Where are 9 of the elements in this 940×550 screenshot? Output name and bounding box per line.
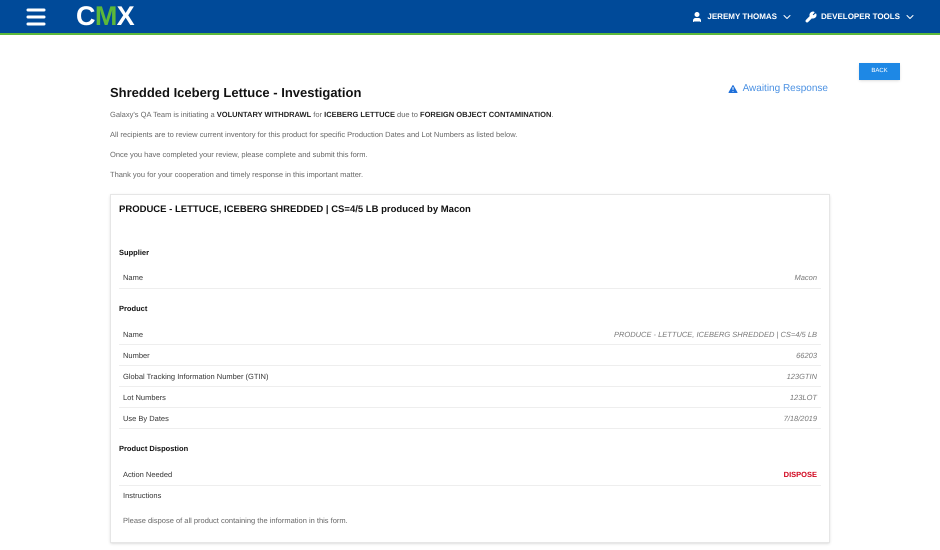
- user-menu[interactable]: JEREMY THOMAS: [691, 10, 794, 22]
- logo: CMX: [76, 3, 134, 30]
- status-label: Awaiting Response: [726, 81, 828, 96]
- user-icon: [691, 10, 704, 22]
- page-title: Shredded Iceberg Lettuce - Investigation: [110, 84, 362, 102]
- developer-tools-menu[interactable]: DEVELOPER TOOLS: [805, 10, 916, 22]
- warning-icon: [726, 82, 739, 94]
- card-title: PRODUCE - LETTUCE, ICEBERG SHREDDED | CS=4/5 LB produced by Macon: [119, 202, 472, 216]
- wrench-icon: [805, 10, 818, 22]
